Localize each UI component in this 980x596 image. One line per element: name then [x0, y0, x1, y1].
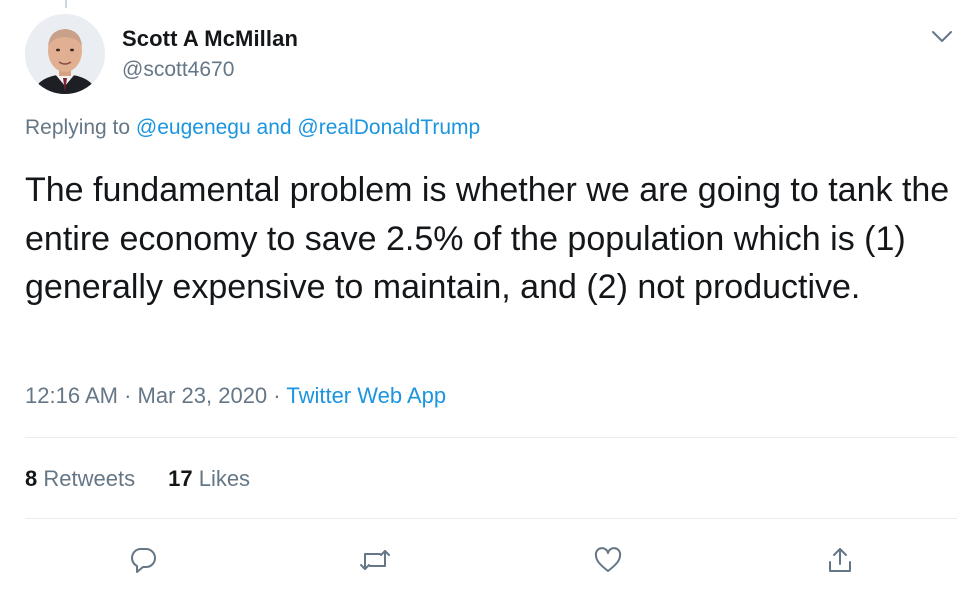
tweet-stats: 8 Retweets 17 Likes	[25, 466, 283, 492]
reply-icon	[131, 548, 156, 573]
likes-label: Likes	[198, 466, 251, 491]
likes-stat[interactable]: 17 Likes	[168, 466, 250, 492]
retweets-label: Retweets	[43, 466, 136, 491]
tweet-text: The fundamental problem is whether we ar…	[25, 171, 950, 306]
chevron-down-icon	[932, 31, 952, 42]
author-name[interactable]: Scott A McMillan	[122, 26, 298, 52]
meta-separator: ·	[273, 383, 281, 408]
tweet-time[interactable]: 12:16 AM	[25, 383, 118, 408]
mention-link[interactable]: @eugenegu	[136, 116, 251, 139]
tweet-card: Scott A McMillan @scott4670 Replying to …	[0, 0, 980, 596]
tweet-meta: 12:16 AM · Mar 23, 2020 · Twitter Web Ap…	[25, 383, 446, 409]
thread-line	[65, 0, 67, 8]
tweet-menu-button[interactable]	[925, 22, 959, 52]
mention-conjunction[interactable]: and	[257, 116, 292, 139]
share-icon	[829, 548, 851, 572]
retweet-button[interactable]	[355, 540, 395, 580]
avatar[interactable]	[25, 14, 105, 94]
mention-link[interactable]: @realDonaldTrump	[297, 116, 480, 139]
share-button[interactable]	[820, 540, 860, 580]
divider	[25, 437, 957, 438]
divider	[25, 518, 957, 519]
retweets-stat[interactable]: 8 Retweets	[25, 466, 135, 492]
likes-count: 17	[168, 466, 193, 491]
tweet-date[interactable]: Mar 23, 2020	[138, 383, 268, 408]
reply-button[interactable]	[123, 540, 163, 580]
meta-separator: ·	[124, 383, 132, 408]
replying-prefix: Replying to	[25, 116, 131, 139]
replying-to: Replying to @eugenegu and @realDonaldTru…	[25, 116, 480, 140]
like-button[interactable]	[588, 540, 628, 580]
author-handle[interactable]: @scott4670	[122, 58, 234, 82]
heart-icon	[594, 547, 622, 572]
retweet-icon	[360, 550, 390, 570]
retweets-count: 8	[25, 466, 38, 491]
tweet-source-link[interactable]: Twitter Web App	[286, 383, 446, 408]
